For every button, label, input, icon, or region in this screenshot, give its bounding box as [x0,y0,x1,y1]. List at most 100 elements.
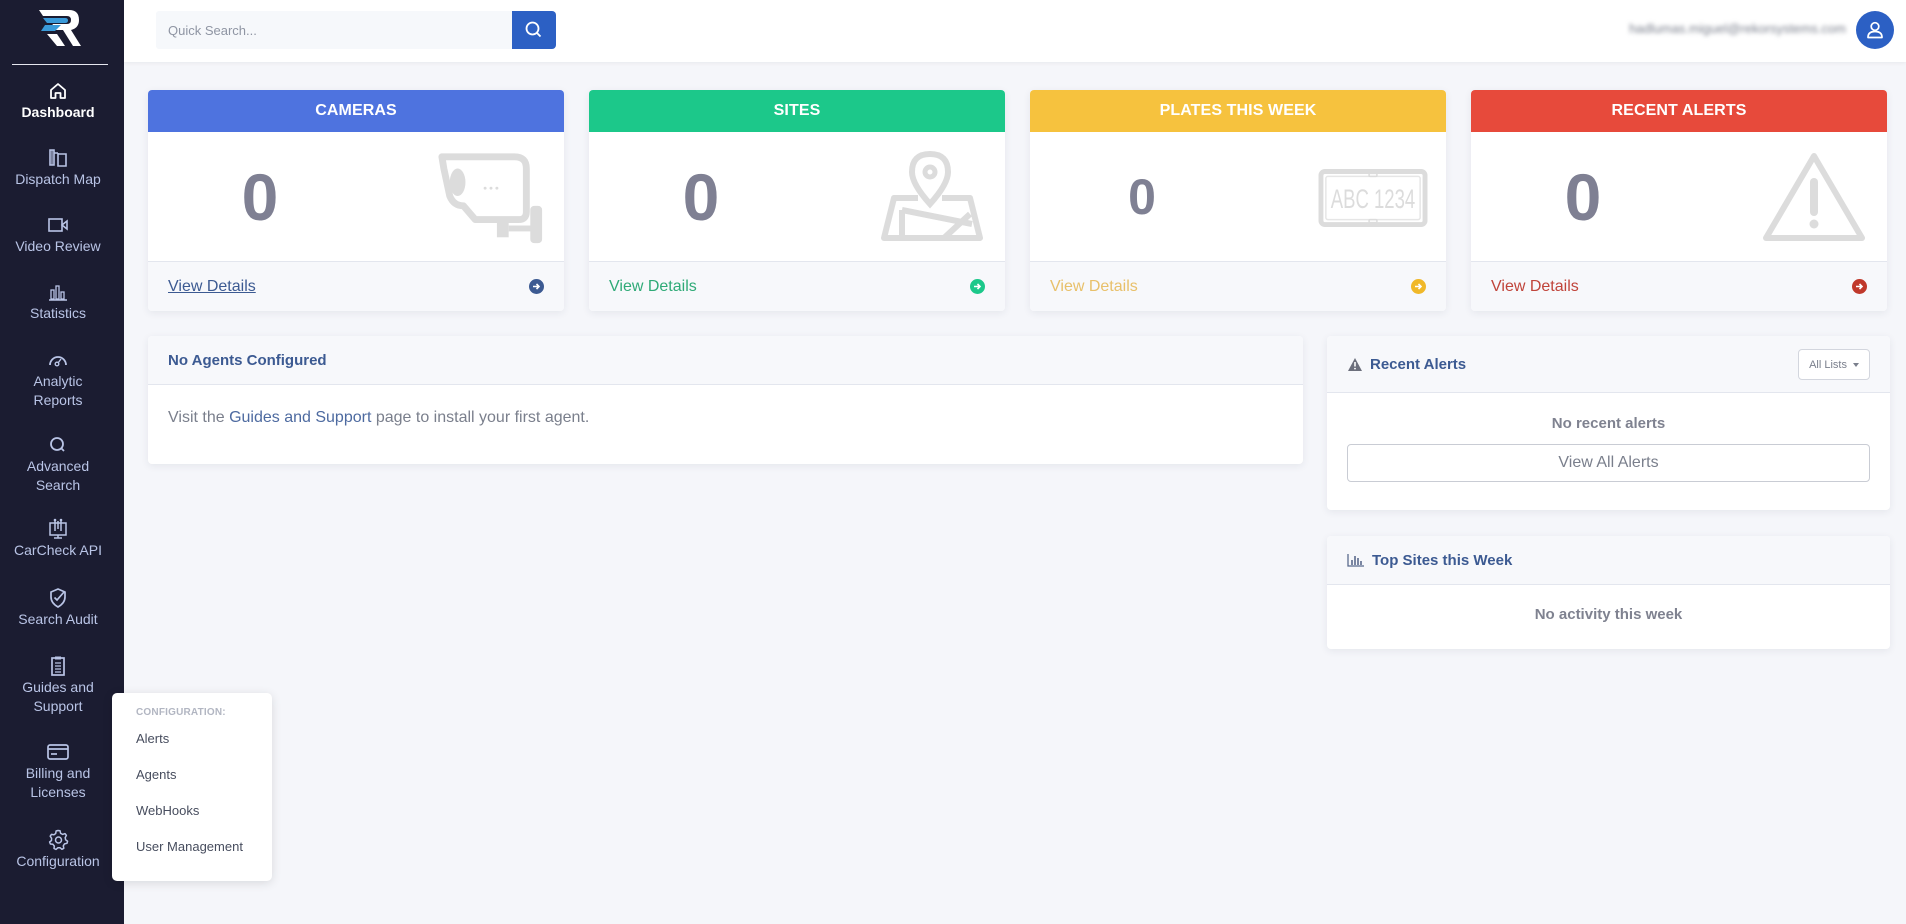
sidebar-item-label: Statistics [29,305,86,321]
sidebar-item-label: Video Review [15,238,101,254]
agents-message: Visit the Guides and Support page to ins… [168,409,1283,427]
user-icon [1867,21,1883,39]
license-plate-icon: ABC 1234 [1318,150,1428,246]
stat-card-value: 0 [241,160,279,234]
sidebar-item-billing-licenses[interactable]: Billing and Licenses [0,741,116,802]
user-email: hadlumas.miguel@rekorsystems.com [1629,21,1846,36]
alert-list-dropdown[interactable]: All Lists [1798,349,1870,380]
menu-item-user-management[interactable]: User Management [136,836,272,872]
top-sites-panel: Top Sites this Week No activity this wee… [1327,536,1890,649]
no-activity-message: No activity this week [1534,606,1683,623]
agents-panel-title: No Agents Configured [168,351,327,369]
view-details-link[interactable]: View Details [609,278,697,296]
sidebar-item-carcheck-api[interactable]: CarCheck API [0,518,116,560]
stat-card-title: SITES [589,90,1005,132]
menu-title: CONFIGURATION: [136,707,226,718]
search-button[interactable] [512,11,556,49]
stat-card-cameras: CAMERAS 0 View Details [148,90,564,311]
sidebar-item-label: Advanced Search [26,458,90,493]
bar-chart-icon [1347,553,1365,567]
sidebar-item-configuration[interactable]: Configuration [0,829,116,871]
sidebar-item-analytic-reports[interactable]: Analytic Reports [0,349,116,410]
map-icon [45,147,71,169]
stat-card-value: 0 [1128,169,1156,225]
topbar: hadlumas.miguel@rekorsystems.com [124,0,1906,62]
gear-icon [45,829,71,851]
dropdown-value: All Lists [1809,358,1847,371]
configuration-menu: CONFIGURATION: Alerts Agents WebHooks Us… [112,693,272,881]
arrow-right-circle-icon[interactable] [529,279,544,294]
sidebar: Dashboard Dispatch Map Video Review Stat… [0,0,124,924]
sidebar-item-label: Search Audit [18,611,98,627]
sidebar-item-statistics[interactable]: Statistics [0,281,116,323]
menu-item-agents[interactable]: Agents [136,764,272,800]
view-details-link[interactable]: View Details [1050,278,1138,296]
caret-down-icon [1853,362,1859,367]
bar-chart-icon [45,281,71,303]
stat-card-title: CAMERAS [148,90,564,132]
stat-card-value: 0 [682,160,720,234]
stat-card-title: PLATES THIS WEEK [1030,90,1446,132]
sidebar-item-label: Billing and Licenses [25,765,91,800]
speedometer-icon [45,349,71,371]
agents-text-before: Visit the [168,409,230,426]
stat-card-footer: View Details [1030,261,1446,311]
sidebar-item-dispatch-map[interactable]: Dispatch Map [0,147,116,189]
agents-panel: No Agents Configured Visit the Guides an… [148,336,1303,464]
arrow-right-circle-icon[interactable] [970,279,985,294]
home-icon [45,80,71,102]
stat-card-footer: View Details [1471,261,1887,311]
guides-support-link[interactable]: Guides and Support [229,409,371,426]
stat-card-recent-alerts: RECENT ALERTS 0 View Details [1471,90,1887,311]
security-camera-icon [436,150,546,246]
panel-header: Recent Alerts All Lists [1327,336,1890,393]
search-icon [525,21,542,38]
sidebar-item-dashboard[interactable]: Dashboard [0,80,116,122]
stat-card-footer: View Details [148,261,564,311]
view-details-link[interactable]: View Details [168,278,256,296]
stat-card-footer: View Details [589,261,1005,311]
stat-card-title: RECENT ALERTS [1471,90,1887,132]
sidebar-item-label: Dispatch Map [15,171,101,187]
sidebar-item-guides-support[interactable]: Guides and Support [0,655,116,716]
stat-card-plates-this-week: PLATES THIS WEEK 0 ABC 1234 View Details [1030,90,1446,311]
map-pin-icon [877,150,987,246]
sidebar-item-label: Analytic Reports [33,373,83,408]
plate-text: ABC 1234 [1331,184,1415,214]
quick-search [156,11,556,49]
view-details-link[interactable]: View Details [1491,278,1579,296]
arrow-right-circle-icon[interactable] [1852,279,1867,294]
warning-icon [1759,150,1869,246]
panel-title: No Agents Configured [148,336,1303,385]
sidebar-item-search-audit[interactable]: Search Audit [0,587,116,629]
search-icon [45,434,71,456]
search-input[interactable] [156,11,512,49]
panel-header: Top Sites this Week [1327,536,1890,585]
video-camera-icon [45,214,71,236]
sidebar-divider [12,64,108,65]
sidebar-item-label: CarCheck API [14,542,102,558]
recent-alerts-title: Recent Alerts [1370,355,1467,373]
menu-item-webhooks[interactable]: WebHooks [136,800,272,836]
brand-logo[interactable] [0,8,118,50]
no-recent-alerts-message: No recent alerts [1551,415,1666,432]
sidebar-item-label: Configuration [16,853,100,869]
menu-item-alerts[interactable]: Alerts [136,728,272,764]
warning-icon [1347,357,1363,372]
stat-card-sites: SITES 0 View Details [589,90,1005,311]
top-sites-title: Top Sites this Week [1372,551,1513,569]
clipboard-icon [45,655,71,677]
credit-card-icon [45,741,71,763]
sidebar-item-video-review[interactable]: Video Review [0,214,116,256]
stat-card-value: 0 [1564,160,1602,234]
user-avatar-button[interactable] [1856,11,1894,49]
agents-text-after: page to install your first agent. [371,409,590,426]
recent-alerts-panel: Recent Alerts All Lists No recent alerts… [1327,336,1890,510]
shield-check-icon [45,587,71,609]
sidebar-item-advanced-search[interactable]: Advanced Search [0,434,116,495]
view-all-alerts-button[interactable]: View All Alerts [1347,444,1870,482]
api-icon [45,518,71,540]
sidebar-item-label: Guides and Support [22,679,94,714]
sidebar-item-label: Dashboard [21,104,95,120]
arrow-right-circle-icon[interactable] [1411,279,1426,294]
